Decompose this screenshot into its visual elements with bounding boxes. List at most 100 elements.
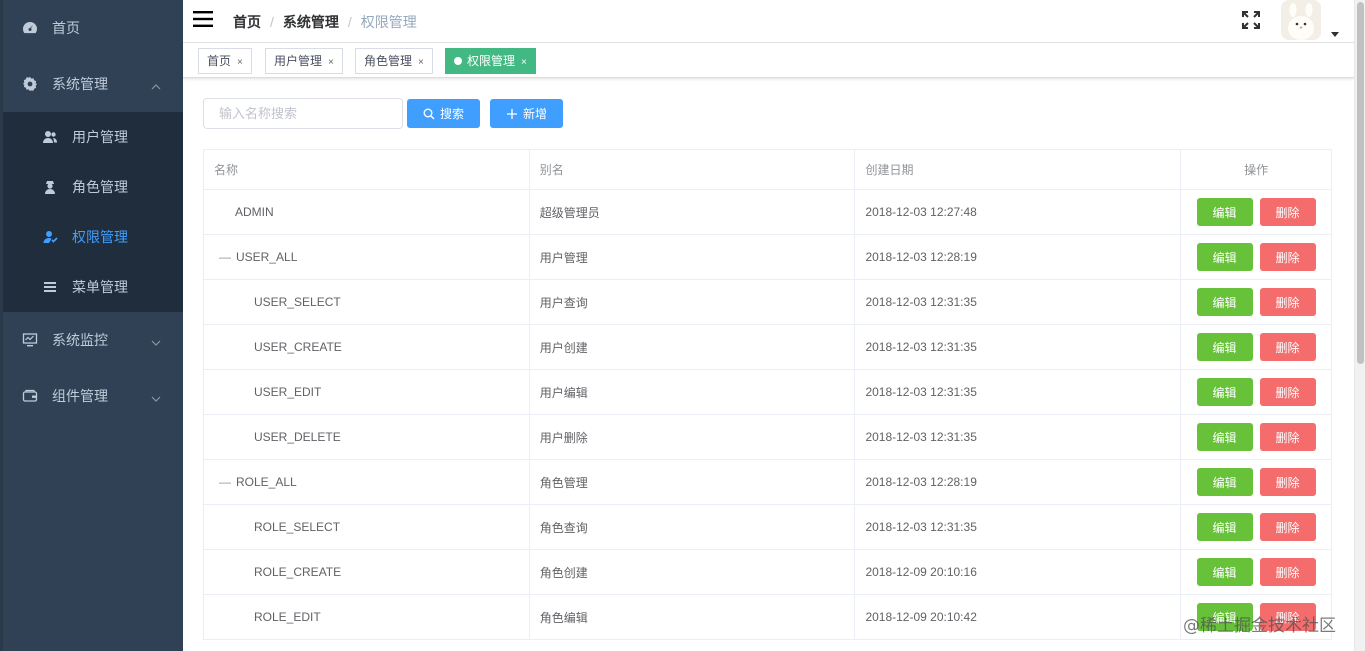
- column-header-alias: 别名: [530, 150, 856, 189]
- chevron-down-icon: [151, 335, 161, 346]
- edit-button[interactable]: 编辑: [1196, 378, 1253, 406]
- permission-name: USER_DELETE: [254, 430, 341, 444]
- edit-button[interactable]: 编辑: [1196, 243, 1253, 271]
- edit-button[interactable]: 编辑: [1196, 288, 1253, 316]
- edit-button[interactable]: 编辑: [1196, 198, 1253, 226]
- table-row: USER_EDIT 用户编辑 2018-12-03 12:31:35 编辑 删除: [204, 370, 1332, 415]
- add-button[interactable]: 新增: [490, 99, 563, 128]
- cell-name: USER_SELECT: [204, 280, 530, 324]
- sidebar-item-users[interactable]: 用户管理: [0, 112, 183, 162]
- cell-actions: 编辑 删除: [1181, 280, 1332, 324]
- edit-button[interactable]: 编辑: [1196, 423, 1253, 451]
- sidebar-item-components[interactable]: 组件管理: [0, 368, 183, 424]
- breadcrumb: 首页 / 系统管理 / 权限管理: [233, 12, 417, 32]
- delete-button[interactable]: 删除: [1259, 288, 1316, 316]
- delete-button[interactable]: 删除: [1259, 468, 1316, 496]
- sidebar-item-roles[interactable]: 角色管理: [0, 162, 183, 212]
- system-submenu: 用户管理 角色管理 权限管理 菜单管理: [0, 112, 183, 312]
- search-input[interactable]: [203, 98, 403, 129]
- sidebar-item-label: 权限管理: [72, 229, 128, 245]
- table-row: ROLE_CREATE 角色创建 2018-12-09 20:10:16 编辑 删除: [204, 550, 1332, 595]
- table-row: — USER_ALL 用户管理 2018-12-03 12:28:19 编辑 删除: [204, 235, 1333, 280]
- cell-actions: 编辑 删除: [1181, 235, 1333, 279]
- sidebar-item-system[interactable]: 系统管理: [0, 56, 183, 112]
- cell-date: 2018-12-09 20:10:42: [855, 595, 1182, 639]
- chevron-down-icon: [151, 391, 161, 402]
- permission-name: USER_EDIT: [254, 385, 322, 399]
- permission-name: ROLE_ALL: [236, 475, 297, 489]
- dashboard-icon: [22, 20, 38, 36]
- close-icon[interactable]: ×: [237, 51, 243, 75]
- permission-name: ROLE_EDIT: [254, 610, 321, 624]
- close-icon[interactable]: ×: [418, 51, 424, 75]
- avatar[interactable]: [1281, 0, 1321, 40]
- cell-name: USER_EDIT: [204, 370, 530, 414]
- cell-name: — ROLE_ALL: [204, 460, 530, 504]
- cell-name: — USER_ALL: [204, 235, 530, 279]
- scrollbar-thumb[interactable]: [1357, 2, 1364, 364]
- cell-actions: 编辑 删除: [1181, 460, 1333, 504]
- permission-name: USER_ALL: [236, 250, 298, 264]
- tag-home[interactable]: 首页 ×: [198, 48, 252, 74]
- hamburger-menu-icon[interactable]: [193, 9, 213, 29]
- sidebar-item-label: 首页: [52, 20, 80, 36]
- role-icon: [42, 179, 58, 195]
- cell-date: 2018-12-03 12:31:35: [855, 415, 1182, 459]
- delete-button[interactable]: 删除: [1259, 378, 1316, 406]
- cell-name: USER_DELETE: [204, 415, 530, 459]
- table-row: ADMIN 超级管理员 2018-12-03 12:27:48 编辑 删除: [204, 190, 1332, 235]
- delete-button[interactable]: 删除: [1259, 198, 1316, 226]
- cell-name: ROLE_CREATE: [204, 550, 530, 594]
- delete-button[interactable]: 删除: [1259, 558, 1316, 586]
- table-row: — ROLE_ALL 角色管理 2018-12-03 12:28:19 编辑 删除: [204, 460, 1333, 505]
- cell-actions: 编辑 删除: [1181, 505, 1332, 549]
- sidebar-item-label: 菜单管理: [72, 279, 128, 295]
- fullscreen-icon[interactable]: [1241, 10, 1261, 30]
- collapse-icon[interactable]: —: [219, 250, 231, 264]
- cell-alias: 用户编辑: [530, 370, 856, 414]
- cell-alias: 超级管理员: [530, 190, 856, 234]
- tags-view: 首页 × 用户管理 × 角色管理 × 权限管理 ×: [183, 43, 1354, 78]
- sidebar-item-menus[interactable]: 菜单管理: [0, 262, 183, 312]
- close-icon[interactable]: ×: [521, 51, 527, 75]
- delete-button[interactable]: 删除: [1259, 423, 1316, 451]
- table-row: ROLE_SELECT 角色查询 2018-12-03 12:31:35 编辑 删除: [204, 505, 1332, 550]
- cell-actions: 编辑 删除: [1181, 190, 1332, 234]
- add-button-label: 新增: [522, 107, 547, 121]
- permission-name: ADMIN: [235, 205, 274, 219]
- tag-users[interactable]: 用户管理 ×: [265, 48, 343, 74]
- edit-button[interactable]: 编辑: [1196, 558, 1253, 586]
- search-button[interactable]: 搜索: [407, 99, 480, 128]
- edit-button[interactable]: 编辑: [1196, 333, 1253, 361]
- sidebar-item-permissions[interactable]: 权限管理: [0, 212, 183, 262]
- breadcrumb-system[interactable]: 系统管理: [283, 12, 339, 32]
- delete-button[interactable]: 删除: [1259, 513, 1316, 541]
- search-icon: [423, 108, 435, 120]
- delete-button[interactable]: 删除: [1259, 243, 1316, 271]
- edit-button[interactable]: 编辑: [1196, 513, 1253, 541]
- cell-actions: 编辑 删除: [1181, 325, 1332, 369]
- cell-name: USER_CREATE: [204, 325, 530, 369]
- scrollbar[interactable]: [1354, 0, 1365, 651]
- monitor-icon: [22, 332, 38, 348]
- collapse-icon[interactable]: —: [219, 475, 231, 489]
- sidebar-item-monitor[interactable]: 系统监控: [0, 312, 183, 368]
- table-body: ADMIN 超级管理员 2018-12-03 12:27:48 编辑 删除 — USER_A…: [204, 190, 1333, 640]
- chevron-up-icon: [151, 79, 161, 90]
- permission-table: 名称 别名 创建日期 操作 ADMIN 超级管理员 2018-12-03 12:27…: [203, 149, 1333, 640]
- cell-date: 2018-12-03 12:31:35: [855, 325, 1182, 369]
- plus-icon: [506, 108, 518, 120]
- breadcrumb-home[interactable]: 首页: [233, 12, 261, 32]
- tag-roles[interactable]: 角色管理 ×: [355, 48, 433, 74]
- sidebar-item-home[interactable]: 首页: [0, 0, 183, 56]
- edit-button[interactable]: 编辑: [1196, 468, 1253, 496]
- tag-label: 首页: [207, 54, 232, 68]
- delete-button[interactable]: 删除: [1259, 333, 1316, 361]
- caret-down-icon[interactable]: [1331, 26, 1339, 37]
- cell-alias: 角色创建: [530, 550, 856, 594]
- close-icon[interactable]: ×: [328, 51, 334, 75]
- cell-date: 2018-12-09 20:10:16: [855, 550, 1182, 594]
- sidebar: 首页 系统管理 用户管理 角色管理 权限管理 菜单管理 系统监控 组件管理: [0, 0, 183, 651]
- cell-alias: 用户创建: [530, 325, 856, 369]
- tag-permissions[interactable]: 权限管理 ×: [445, 48, 536, 74]
